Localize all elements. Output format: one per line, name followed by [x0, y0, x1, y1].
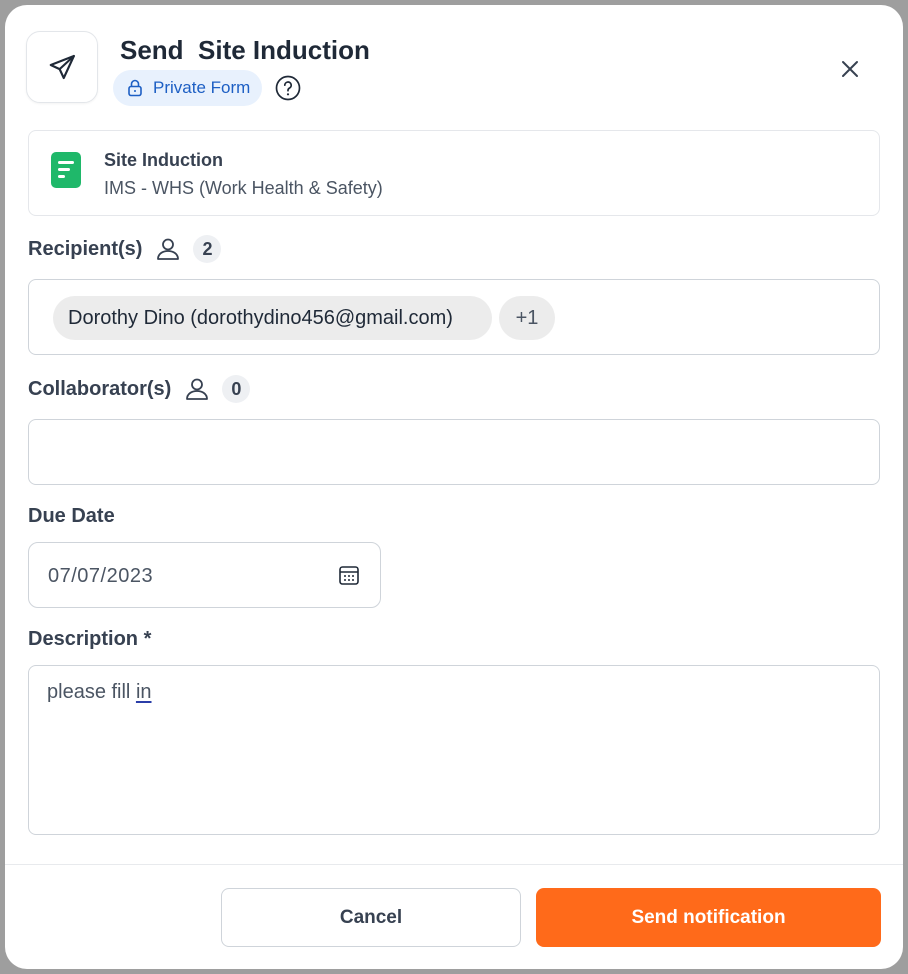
recipients-label-row: Recipient(s) 2 — [28, 235, 222, 263]
send-icon-tile — [26, 31, 98, 103]
private-form-label: Private Form — [153, 78, 251, 97]
dialog-title: Send Site Induction — [120, 35, 370, 65]
lock-icon — [128, 79, 142, 97]
send-form-dialog: Send Site Induction Private Form Site In… — [5, 5, 903, 969]
form-summary-card: Site Induction IMS - WHS (Work Health & … — [28, 130, 880, 216]
close-button[interactable] — [835, 54, 865, 84]
recipients-field[interactable]: Dorothy Dino (dorothydino456@gmail.com) … — [28, 279, 880, 355]
recipient-chip[interactable]: Dorothy Dino (dorothydino456@gmail.com) — [53, 296, 492, 340]
collaborators-label: Collaborator(s) — [28, 377, 172, 400]
private-form-badge: Private Form — [113, 70, 263, 106]
help-circle-icon[interactable] — [275, 75, 301, 101]
collaborators-label-row: Collaborator(s) 0 — [28, 375, 251, 403]
send-notification-button[interactable]: Send notification — [536, 888, 881, 947]
due-date-input[interactable]: 07/07/2023 — [28, 542, 381, 608]
due-date-value: 07/07/2023 — [48, 565, 154, 587]
more-recipients-chip[interactable]: +1 — [499, 296, 555, 340]
form-category: IMS - WHS (Work Health & Safety) — [104, 178, 383, 198]
due-date-label: Due Date — [28, 505, 115, 527]
calendar-icon[interactable] — [338, 564, 360, 586]
close-icon — [842, 61, 858, 77]
form-name: Site Induction — [104, 150, 223, 170]
description-label: Description * — [28, 628, 152, 650]
recipients-label: Recipient(s) — [28, 237, 143, 260]
person-icon — [157, 238, 180, 260]
person-icon — [186, 378, 209, 400]
send-icon — [49, 54, 75, 80]
footer-divider — [5, 864, 903, 865]
recipients-count: 2 — [193, 235, 222, 263]
description-text: please fill in — [47, 681, 152, 704]
document-icon — [51, 152, 81, 188]
collaborators-field[interactable] — [28, 419, 880, 485]
description-textarea[interactable]: please fill in — [28, 665, 880, 835]
description-text-main: please fill — [47, 681, 136, 703]
spellcheck-flagged-word: in — [135, 681, 152, 703]
collaborators-count: 0 — [222, 375, 251, 403]
cancel-button[interactable]: Cancel — [221, 888, 521, 947]
